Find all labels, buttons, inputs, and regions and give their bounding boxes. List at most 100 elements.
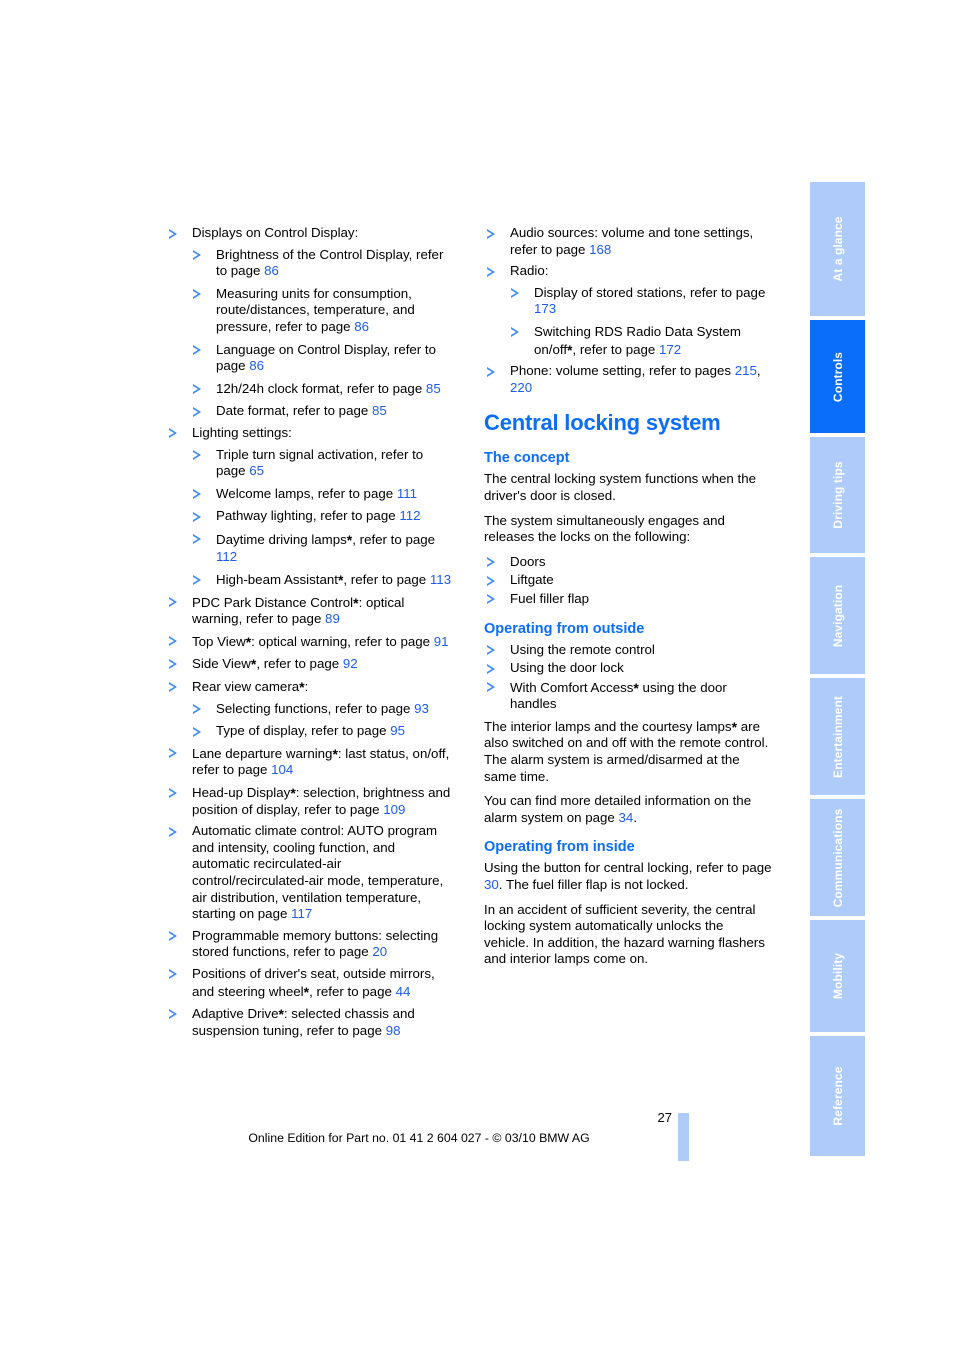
list-item: Using the remote control — [484, 642, 772, 659]
index-tab-label: Navigation — [830, 584, 845, 647]
page-number: 27 — [657, 1110, 672, 1125]
index-tab-mobility[interactable]: Mobility — [810, 920, 865, 1032]
footer-accent-bar — [678, 1113, 689, 1161]
triangle-bullet-icon — [169, 969, 177, 980]
list-item: High-beam Assistant*, refer to page 113 — [190, 571, 454, 589]
list-item: Brightness of the Control Display, refer… — [190, 247, 454, 280]
index-tab-label: At a glance — [830, 216, 845, 282]
index-tab-communications[interactable]: Communications — [810, 799, 865, 916]
subsection-heading-concept: The concept — [484, 450, 570, 467]
subsection-heading-outside: Operating from outside — [484, 620, 645, 637]
index-tab-label: Mobility — [830, 952, 845, 1000]
list-item-label: Adaptive Drive*: selected chassis and su… — [192, 1006, 415, 1038]
triangle-bullet-icon — [193, 384, 201, 395]
triangle-bullet-icon — [169, 931, 177, 942]
list-item-label: Radio: — [510, 263, 549, 279]
list-item: Radio: — [484, 263, 772, 280]
index-tab-driving-tips[interactable]: Driving tips — [810, 437, 865, 553]
list-item-label: Daytime driving lamps*, refer to page 11… — [216, 531, 436, 564]
list-item-label: Doors — [510, 553, 546, 569]
list-item: Fuel filler flap — [484, 591, 772, 608]
subsection-heading-inside: Operating from inside — [484, 839, 635, 856]
list-item: Daytime driving lamps*, refer to page 11… — [190, 531, 454, 565]
triangle-bullet-icon — [487, 266, 495, 277]
outside-paragraph-1: The interior lamps and the courtesy lamp… — [484, 718, 769, 784]
list-item: Display of stored stations, refer to pag… — [508, 285, 772, 318]
index-tab-label: Controls — [830, 351, 845, 402]
list-item-label: Programmable memory buttons: selecting s… — [192, 927, 439, 960]
inside-paragraph-1: Using the button for central locking, re… — [484, 860, 772, 893]
index-tab-reference[interactable]: Reference — [810, 1036, 865, 1156]
list-item-label: Automatic climate control: AUTO program … — [192, 823, 444, 922]
list-item-label: Head-up Display*: selection, brightness … — [192, 785, 451, 817]
triangle-bullet-icon — [193, 534, 201, 545]
triangle-bullet-icon — [193, 511, 201, 522]
list-item: PDC Park Distance Control*: optical warn… — [166, 594, 454, 628]
index-tab-navigation[interactable]: Navigation — [810, 557, 865, 674]
triangle-bullet-icon — [169, 681, 177, 692]
concept-paragraph-1: The central locking system functions whe… — [484, 471, 756, 503]
triangle-bullet-icon — [487, 594, 495, 605]
list-item-label: Brightness of the Control Display, refer… — [216, 246, 444, 279]
triangle-bullet-icon — [169, 658, 177, 669]
list-item: Automatic climate control: AUTO program … — [166, 823, 454, 923]
list-item: Rear view camera*: — [166, 678, 454, 696]
list-item-label: Pathway lighting, refer to page 112 — [216, 508, 421, 524]
triangle-bullet-icon — [169, 826, 177, 837]
list-item: Type of display, refer to page 95 — [190, 723, 454, 740]
triangle-bullet-icon — [169, 636, 177, 647]
triangle-bullet-icon — [487, 575, 495, 586]
list-item: Using the door lock — [484, 660, 772, 677]
triangle-bullet-icon — [487, 645, 495, 655]
triangle-bullet-icon — [169, 748, 177, 759]
triangle-bullet-icon — [487, 557, 495, 568]
triangle-bullet-icon — [169, 428, 177, 439]
index-tab-label: Entertainment — [830, 695, 845, 778]
list-item: Doors — [484, 554, 772, 571]
triangle-bullet-icon — [169, 228, 177, 239]
triangle-bullet-icon — [193, 450, 201, 461]
footer-imprint: Online Edition for Part no. 01 41 2 604 … — [248, 1131, 590, 1145]
list-item-label: Selecting functions, refer to page 93 — [216, 700, 429, 716]
index-tab-label: Communications — [830, 808, 845, 907]
list-item: 12h/24h clock format, refer to page 85 — [190, 381, 454, 398]
list-item: Head-up Display*: selection, brightness … — [166, 784, 454, 818]
triangle-bullet-icon — [193, 704, 201, 715]
list-item-label: With Comfort Access* using the door hand… — [510, 679, 727, 712]
triangle-bullet-icon — [487, 663, 495, 674]
index-tab-label: Reference — [830, 1066, 845, 1126]
list-item-label: Display of stored stations, refer to pag… — [534, 284, 766, 317]
triangle-bullet-icon — [511, 327, 519, 338]
list-item-label: Positions of driver's seat, outside mirr… — [192, 965, 435, 1000]
list-item-label: PDC Park Distance Control*: optical warn… — [192, 594, 405, 627]
list-item: Displays on Control Display: — [166, 225, 454, 242]
triangle-bullet-icon — [487, 682, 495, 693]
list-item: Switching RDS Radio Data System on/off*,… — [508, 324, 772, 358]
list-item-label: Using the remote control — [510, 641, 655, 657]
index-tab-entertainment[interactable]: Entertainment — [810, 678, 865, 795]
triangle-bullet-icon — [193, 574, 201, 585]
list-item: Triple turn signal activation, refer to … — [190, 447, 454, 480]
triangle-bullet-icon — [169, 1008, 177, 1019]
outside-paragraph-2: You can find more detailed information o… — [484, 793, 752, 825]
list-item: Measuring units for consumption, route/d… — [190, 286, 454, 336]
index-tab-at-a-glance[interactable]: At a glance — [810, 182, 865, 316]
right-text-column: Audio sources: volume and tone settings,… — [484, 225, 772, 976]
list-item-label: Language on Control Display, refer to pa… — [216, 341, 437, 374]
list-item-label: Phone: volume setting, refer to pages 21… — [510, 363, 761, 395]
triangle-bullet-icon — [193, 726, 201, 737]
list-item-label: Type of display, refer to page 95 — [216, 723, 405, 739]
list-item-label: Top View*: optical warning, refer to pag… — [192, 633, 449, 650]
list-item-label: Liftgate — [510, 572, 554, 588]
list-item: Audio sources: volume and tone settings,… — [484, 225, 772, 258]
index-tab-controls[interactable]: Controls — [810, 320, 865, 433]
list-item-label: Lighting settings: — [192, 424, 292, 440]
index-tabs: At a glance Controls Driving tips Naviga… — [810, 182, 865, 1160]
triangle-bullet-icon — [169, 597, 177, 608]
list-item: Top View*: optical warning, refer to pag… — [166, 633, 454, 651]
list-item: Selecting functions, refer to page 93 — [190, 701, 454, 718]
index-tab-label: Driving tips — [830, 461, 845, 529]
list-item: Liftgate — [484, 572, 772, 589]
list-item-label: 12h/24h clock format, refer to page 85 — [216, 380, 441, 396]
list-item: Welcome lamps, refer to page 111 — [190, 486, 454, 503]
